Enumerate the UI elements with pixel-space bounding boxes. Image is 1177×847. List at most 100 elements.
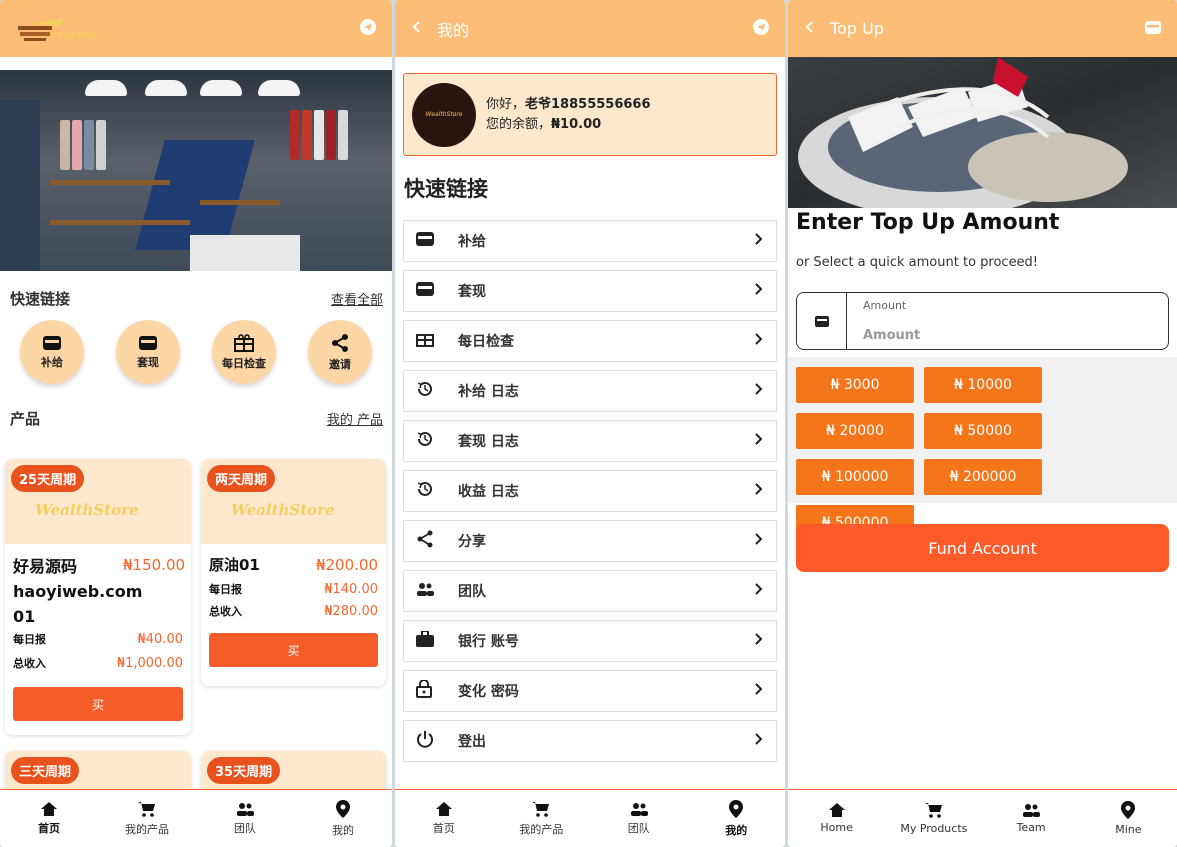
menu-item-logout[interactable]: 登出 bbox=[403, 720, 777, 762]
menu-list: 补给 套现 每日检查 补给 日志 套现 日志 收益 日志 分享 团队 银行 账号… bbox=[403, 220, 777, 770]
tab-label: Home bbox=[820, 821, 853, 834]
back-icon[interactable] bbox=[804, 19, 814, 38]
briefcase-icon bbox=[416, 630, 434, 647]
menu-item-team[interactable]: 团队 bbox=[403, 570, 777, 612]
cycle-badge: 三天周期 bbox=[11, 757, 80, 784]
mine-header: 我的 bbox=[395, 0, 785, 57]
menu-label: 收益 日志 bbox=[458, 484, 519, 500]
menu-label: 变化 密码 bbox=[458, 684, 519, 700]
tab-home[interactable]: 首页 bbox=[395, 790, 493, 847]
history-icon bbox=[417, 481, 432, 496]
menu-label: 团队 bbox=[458, 584, 486, 600]
home-icon bbox=[41, 801, 57, 816]
quick-label: 邀请 bbox=[329, 357, 351, 371]
team-icon bbox=[630, 802, 648, 816]
chevron-right-icon bbox=[754, 532, 764, 550]
menu-label: 每日检查 bbox=[458, 334, 514, 350]
tab-team[interactable]: 团队 bbox=[590, 790, 688, 847]
amount-chip[interactable]: ₦ 10000 bbox=[924, 367, 1042, 403]
gift-icon bbox=[234, 333, 254, 352]
tab-team[interactable]: Team bbox=[983, 790, 1080, 847]
amount-chip[interactable]: ₦ 50000 bbox=[924, 413, 1042, 449]
wallet-icon bbox=[416, 232, 434, 246]
menu-item-withdraw[interactable]: 套现 bbox=[403, 270, 777, 312]
menu-item-withdraw-log[interactable]: 套现 日志 bbox=[403, 420, 777, 462]
chevron-right-icon bbox=[754, 632, 764, 650]
tab-label: 首页 bbox=[38, 821, 60, 835]
quick-recharge-button[interactable]: 补给 bbox=[20, 320, 84, 384]
bottom-nav: 首页 我的产品 团队 我的 bbox=[0, 789, 392, 847]
menu-label: 银行 账号 bbox=[458, 634, 519, 650]
menu-item-income-log[interactable]: 收益 日志 bbox=[403, 470, 777, 512]
quick-invite-button[interactable]: 邀请 bbox=[308, 320, 372, 384]
chevron-right-icon bbox=[754, 382, 764, 400]
store-banner-image bbox=[0, 70, 392, 271]
profile-card: WealthStore 你好，老爷18855556666 您的余额，₦10.00 bbox=[403, 73, 777, 156]
telegram-icon[interactable] bbox=[753, 18, 769, 39]
quick-withdraw-button[interactable]: 套现 bbox=[116, 320, 180, 384]
menu-item-daily-check[interactable]: 每日检查 bbox=[403, 320, 777, 362]
chevron-right-icon bbox=[754, 232, 764, 250]
view-all-link[interactable]: 查看全部 bbox=[331, 289, 383, 308]
tab-label: Team bbox=[1016, 821, 1046, 834]
menu-item-recharge-log[interactable]: 补给 日志 bbox=[403, 370, 777, 412]
quick-label: 套现 bbox=[137, 355, 159, 369]
quick-daily-check-button[interactable]: 每日检查 bbox=[212, 320, 276, 384]
team-icon bbox=[237, 802, 254, 816]
tab-team[interactable]: 团队 bbox=[196, 790, 294, 847]
amount-field[interactable]: Amount Amount bbox=[796, 292, 1169, 350]
chevron-right-icon bbox=[754, 282, 764, 300]
tab-my-products[interactable]: 我的产品 bbox=[493, 790, 591, 847]
chevron-right-icon bbox=[754, 482, 764, 500]
avatar-text: WealthStore bbox=[425, 111, 463, 118]
daily-income: ₦40.00 bbox=[137, 632, 184, 647]
cart-icon bbox=[924, 803, 942, 818]
brand-logo-text: WealthStore bbox=[231, 501, 335, 519]
location-icon bbox=[336, 799, 350, 818]
total-income: ₦1,000.00 bbox=[116, 656, 183, 671]
power-icon bbox=[417, 731, 433, 748]
balance-value: ₦10.00 bbox=[551, 116, 602, 132]
amount-chip[interactable]: ₦ 3000 bbox=[796, 367, 914, 403]
menu-item-bank-account[interactable]: 银行 账号 bbox=[403, 620, 777, 662]
chevron-right-icon bbox=[754, 432, 764, 450]
history-icon bbox=[417, 431, 432, 446]
tab-my-products[interactable]: 我的产品 bbox=[98, 790, 196, 847]
tab-mine[interactable]: 我的 bbox=[294, 790, 392, 847]
cycle-badge: 35天周期 bbox=[207, 757, 281, 784]
menu-item-change-password[interactable]: 变化 密码 bbox=[403, 670, 777, 712]
tab-my-products[interactable]: My Products bbox=[885, 790, 982, 847]
menu-item-recharge[interactable]: 补给 bbox=[403, 220, 777, 262]
share-icon bbox=[332, 333, 348, 352]
quick-label: 每日检查 bbox=[222, 356, 266, 370]
amount-input[interactable]: Amount bbox=[863, 328, 920, 343]
menu-label: 套现 bbox=[458, 284, 486, 300]
buy-button[interactable]: 买 bbox=[13, 687, 183, 721]
tab-mine[interactable]: Mine bbox=[1080, 790, 1177, 847]
amount-chip[interactable]: ₦ 20000 bbox=[796, 413, 914, 449]
amount-chip[interactable]: ₦ 200000 bbox=[924, 459, 1042, 495]
tab-label: 我的产品 bbox=[125, 822, 169, 836]
fund-account-button[interactable]: Fund Account bbox=[796, 524, 1169, 572]
tab-home[interactable]: Home bbox=[788, 790, 885, 847]
quick-links-header: 快速链接 查看全部 bbox=[10, 288, 383, 309]
section-title: 快速链接 bbox=[10, 290, 71, 308]
back-icon[interactable] bbox=[411, 19, 421, 38]
amount-chip[interactable]: ₦ 100000 bbox=[796, 459, 914, 495]
chevron-right-icon bbox=[754, 682, 764, 700]
tab-label: Mine bbox=[1115, 823, 1142, 836]
location-icon bbox=[1121, 801, 1136, 819]
daily-income: ₦140.00 bbox=[324, 582, 378, 597]
section-title: 快速链接 bbox=[404, 177, 488, 201]
my-products-link[interactable]: 我的 产品 bbox=[327, 409, 383, 428]
lock-icon bbox=[416, 679, 432, 698]
telegram-icon[interactable] bbox=[360, 18, 376, 39]
wallet-icon[interactable] bbox=[1145, 19, 1161, 38]
menu-item-share[interactable]: 分享 bbox=[403, 520, 777, 562]
buy-button[interactable]: 买 bbox=[209, 633, 378, 667]
product-card: 两天周期 WealthStore 原油01 ₦200.00 每日报 ₦140.0… bbox=[201, 459, 386, 686]
cart-icon bbox=[532, 801, 550, 817]
page-title: 我的 bbox=[437, 20, 470, 40]
tab-home[interactable]: 首页 bbox=[0, 790, 98, 847]
tab-mine[interactable]: 我的 bbox=[688, 790, 786, 847]
